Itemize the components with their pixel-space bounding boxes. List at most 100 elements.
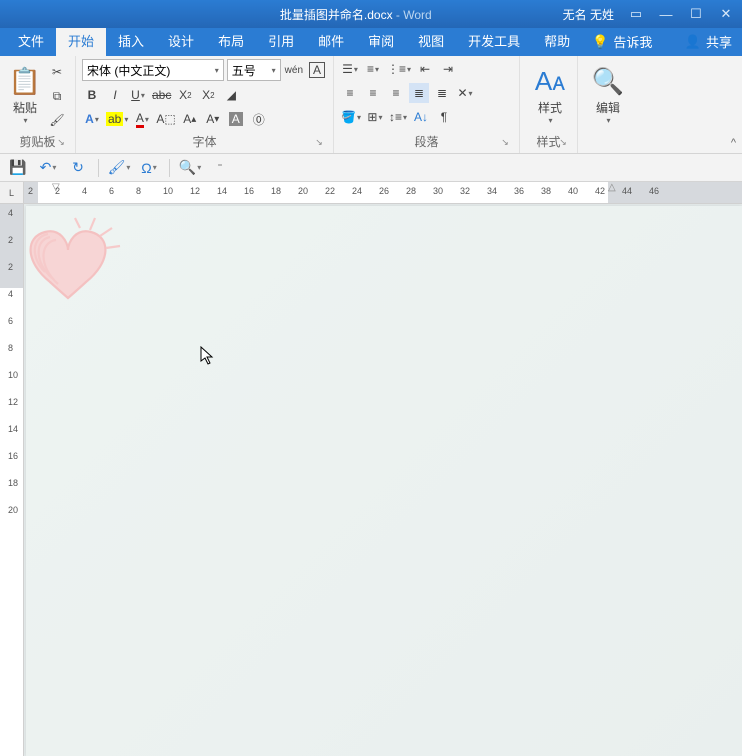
dialog-launcher-icon[interactable]: ↘ [557, 137, 569, 149]
enclose-characters-button[interactable]: A [226, 109, 246, 129]
qat-brush-button[interactable]: 🖌▾ [109, 158, 129, 178]
tab-developer[interactable]: 开发工具 [456, 26, 532, 56]
align-left-button[interactable]: ≡ [340, 83, 360, 103]
minimize-icon[interactable]: — [658, 7, 674, 22]
increase-indent-button[interactable]: ⇥ [438, 59, 458, 79]
asian-layout-button[interactable]: ✕▾ [455, 83, 475, 103]
dialog-launcher-icon[interactable]: ↘ [499, 137, 511, 149]
font-size-combo[interactable]: 五号▾ [227, 59, 281, 81]
bold-button[interactable]: B [82, 85, 102, 105]
tab-review[interactable]: 审阅 [356, 26, 406, 56]
vertical-ruler[interactable]: 422468101214161820 [0, 204, 24, 756]
ruler-tick: 18 [271, 186, 281, 196]
group-paragraph: ☰▾ ≡▾ ⋮≡▾ ⇤ ⇥ ≡ ≡ ≡ ≣ ≣ ✕▾ 🪣▾ ⊞▾ ↕≡▾ A↓ … [334, 56, 520, 153]
copy-button[interactable]: ⧉ [47, 86, 67, 106]
multilevel-list-button[interactable]: ⋮≡▾ [386, 59, 412, 79]
ruler-tick: 40 [568, 186, 578, 196]
qat-customize-button[interactable]: ⁼ [210, 158, 230, 178]
font-color-button[interactable]: A▾ [132, 109, 152, 129]
tab-selector[interactable]: L [0, 182, 24, 204]
share-button[interactable]: 👤 共享 [675, 27, 742, 56]
save-button[interactable]: 💾 [8, 158, 28, 178]
phonetic-guide-button[interactable]: wén [284, 60, 304, 80]
sort-button[interactable]: A↓ [411, 107, 431, 127]
tab-design[interactable]: 设计 [156, 26, 206, 56]
styles-button[interactable]: Aᴀ 样式 ▾ [526, 59, 574, 131]
user-name[interactable]: 无名 无姓 [563, 6, 614, 23]
collapse-ribbon-button[interactable]: ^ [731, 137, 736, 149]
redo-icon: ↻ [72, 159, 84, 176]
decrease-indent-button[interactable]: ⇤ [415, 59, 435, 79]
show-marks-button[interactable]: ¶ [434, 107, 454, 127]
editing-button[interactable]: 🔍 编辑 ▾ [584, 59, 632, 131]
share-icon: 👤 [685, 34, 701, 50]
page-content[interactable] [26, 206, 742, 756]
line-spacing-button[interactable]: ↕≡▾ [388, 107, 408, 127]
font-name-combo[interactable]: 宋体 (中文正文)▾ [82, 59, 224, 81]
group-clipboard: 📋 粘贴 ▾ ✂ ⧉ 🖌 剪贴板 ↘ [0, 56, 76, 153]
ruler-tick: 30 [433, 186, 443, 196]
ruler-tick: 6 [8, 316, 13, 326]
clear-formatting-button[interactable]: ◢ [221, 85, 241, 105]
subscript-button[interactable]: X2 [175, 85, 195, 105]
align-center-button[interactable]: ≡ [363, 83, 383, 103]
tell-me-button[interactable]: 💡 告诉我 [582, 27, 662, 56]
dialog-launcher-icon[interactable]: ↘ [55, 137, 67, 149]
character-shading-button[interactable]: A⬚ [155, 109, 176, 129]
shading-button[interactable]: 🪣▾ [340, 107, 362, 127]
strikethrough-button[interactable]: abc [151, 85, 172, 105]
ruler-tick: 6 [109, 186, 114, 196]
ruler-tick: 24 [352, 186, 362, 196]
heart-decoration-icon [24, 212, 140, 312]
horizontal-ruler[interactable]: L ▽ △ 2246810121416182022242628303234363… [0, 182, 742, 204]
highlight-button[interactable]: ab▾ [105, 109, 129, 129]
change-case-button[interactable]: ⓪ [249, 109, 269, 129]
italic-button[interactable]: I [105, 85, 125, 105]
tab-mailings[interactable]: 邮件 [306, 26, 356, 56]
ruler-tick: 2 [8, 235, 13, 245]
ribbon-display-options-icon[interactable]: ▭ [628, 6, 644, 22]
ruler-tick: 4 [8, 289, 13, 299]
ruler-tick: 28 [406, 186, 416, 196]
cut-button[interactable]: ✂ [47, 62, 67, 82]
undo-icon: ↶ [40, 159, 52, 176]
ruler-tick: 2 [8, 262, 13, 272]
chevron-down-icon: ⁼ [217, 162, 222, 173]
right-indent-icon[interactable]: △ [608, 182, 616, 193]
document-page[interactable] [24, 204, 742, 756]
tab-insert[interactable]: 插入 [106, 26, 156, 56]
character-border-button[interactable]: A [307, 60, 327, 80]
group-styles: Aᴀ 样式 ▾ 样式 ↘ [520, 56, 578, 153]
paste-button[interactable]: 📋 粘贴 ▾ [6, 59, 44, 131]
group-label: 样式 ↘ [526, 133, 571, 151]
magnifier-icon: 🔍 [179, 159, 196, 176]
tab-view[interactable]: 视图 [406, 26, 456, 56]
borders-button[interactable]: ⊞▾ [365, 107, 385, 127]
numbering-button[interactable]: ≡▾ [363, 59, 383, 79]
ruler-tick: 46 [649, 186, 659, 196]
qat-zoom-button[interactable]: 🔍▾ [180, 158, 200, 178]
distributed-button[interactable]: ≣ [432, 83, 452, 103]
grow-font-button[interactable]: A▴ [180, 109, 200, 129]
tab-home[interactable]: 开始 [56, 26, 106, 56]
redo-button[interactable]: ↻ [68, 158, 88, 178]
superscript-button[interactable]: X2 [198, 85, 218, 105]
format-painter-button[interactable]: 🖌 [47, 110, 67, 130]
dialog-launcher-icon[interactable]: ↘ [313, 137, 325, 149]
qat-omega-button[interactable]: Ω▾ [139, 158, 159, 178]
align-right-button[interactable]: ≡ [386, 83, 406, 103]
tab-layout[interactable]: 布局 [206, 26, 256, 56]
tab-help[interactable]: 帮助 [532, 26, 582, 56]
group-font: 宋体 (中文正文)▾ 五号▾ wén A B I U▾ abc X2 X2 ◢ … [76, 56, 334, 153]
undo-button[interactable]: ↶▾ [38, 158, 58, 178]
align-justify-button[interactable]: ≣ [409, 83, 429, 103]
text-effects-button[interactable]: A▾ [82, 109, 102, 129]
bullets-button[interactable]: ☰▾ [340, 59, 360, 79]
maximize-icon[interactable]: ☐ [688, 6, 704, 22]
underline-button[interactable]: U▾ [128, 85, 148, 105]
tab-file[interactable]: 文件 [6, 26, 56, 56]
shrink-font-button[interactable]: A▾ [203, 109, 223, 129]
tab-references[interactable]: 引用 [256, 26, 306, 56]
close-icon[interactable]: ✕ [718, 6, 734, 22]
save-icon: 💾 [9, 159, 26, 176]
